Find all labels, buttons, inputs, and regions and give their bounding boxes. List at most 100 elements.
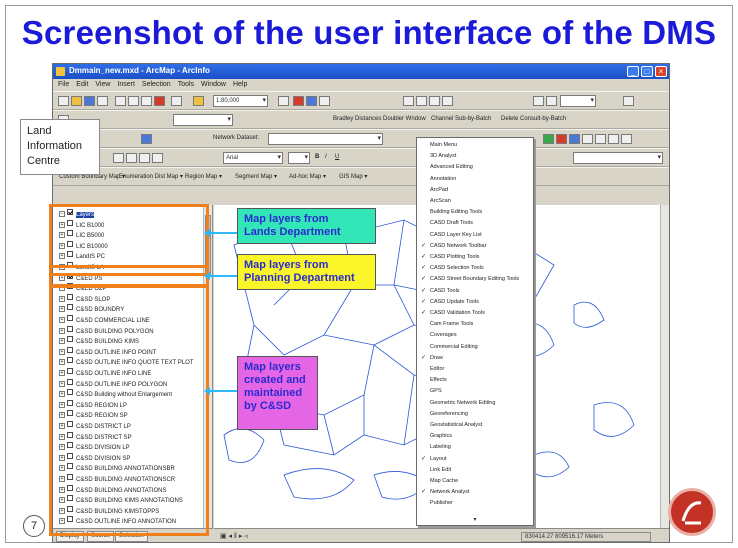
draw-rotate-icon[interactable] <box>126 153 137 163</box>
page-navigation[interactable]: ▣ ◂ ‖ ▸ ◃ <box>220 532 248 540</box>
toolbar-menu-6[interactable]: GIS Map ▾ <box>339 173 367 180</box>
map-vertical-scrollbar[interactable] <box>660 205 669 528</box>
command-line-icon[interactable] <box>306 96 317 106</box>
menu-file[interactable]: File <box>58 79 69 91</box>
open-folder-icon[interactable] <box>71 96 82 106</box>
globe-icon[interactable] <box>543 134 554 144</box>
toolbar-menu-item[interactable]: ✓ Layout <box>417 455 533 465</box>
toolbar-menu-item[interactable]: ✓ CASD Tools <box>417 287 533 297</box>
toolbar-menu-item[interactable]: ✓ Draw <box>417 354 533 364</box>
print-icon[interactable] <box>97 96 108 106</box>
toolbar-menu-item[interactable]: Advanced Editing <box>417 163 533 173</box>
toolbar-menu-item[interactable]: ✓ CASD Plotting Tools <box>417 253 533 263</box>
menu-more-arrow[interactable]: ▾ <box>417 516 533 523</box>
toolbar-menu-item[interactable]: Graphics <box>417 432 533 442</box>
font-combo[interactable]: Arial <box>223 152 283 164</box>
minimize-button[interactable]: _ <box>627 66 639 77</box>
zoom-in-icon[interactable] <box>569 134 580 144</box>
toolbar-menu-item[interactable]: Geostatistical Analyst <box>417 421 533 431</box>
toolbar-button-bradley[interactable]: Bradley Distances <box>333 116 381 122</box>
toolbar-menu-item[interactable]: Effects <box>417 376 533 386</box>
target-layer-combo[interactable] <box>173 114 233 126</box>
toolbar-menu-item[interactable]: CASD Layer Key List <box>417 231 533 241</box>
toolbar-menu-5[interactable]: Ad-hoc Map ▾ <box>289 173 326 180</box>
pan-icon[interactable] <box>582 134 593 144</box>
arctoolbox-icon[interactable] <box>293 96 304 106</box>
italic-button[interactable]: I <box>325 154 327 160</box>
toolbar-menu-item[interactable]: Georeferencing <box>417 410 533 420</box>
tool-b-icon[interactable] <box>416 96 427 106</box>
toolbar-menu-item[interactable]: ✓ CASD Selection Tools <box>417 264 533 274</box>
tool-e-icon[interactable] <box>533 96 544 106</box>
underline-button[interactable]: U <box>335 154 339 160</box>
toolbar-menu-item[interactable]: Labeling <box>417 443 533 453</box>
cut-icon[interactable] <box>115 96 126 106</box>
toolbar-button-channel[interactable]: Channel Sub-by-Batch <box>431 116 491 122</box>
toolbar-menu-item[interactable]: Coverages <box>417 331 533 341</box>
toolbar-menu-4[interactable]: Segment Map ▾ <box>235 173 277 180</box>
tool-g-icon[interactable] <box>623 96 634 106</box>
toolbar-menu-item[interactable]: Geometric Network Editing <box>417 399 533 409</box>
new-document-icon[interactable] <box>58 96 69 106</box>
toolbar-menu-item[interactable]: ✓ CASD Update Tools <box>417 298 533 308</box>
paste-icon[interactable] <box>141 96 152 106</box>
measure-icon[interactable] <box>621 134 632 144</box>
toolbar-menu-2[interactable]: Enumeration Dist Map ▾ <box>119 173 183 180</box>
tool-f-icon[interactable] <box>546 96 557 106</box>
toolbar-button-delete-consult[interactable]: Delete Consult-by-Batch <box>501 116 566 122</box>
toolbar-menu-item[interactable]: Main Menu <box>417 141 533 151</box>
bold-button[interactable]: B <box>315 154 319 160</box>
toolbar-menu-item[interactable]: Annotation <box>417 175 533 185</box>
find-icon[interactable] <box>608 134 619 144</box>
menu-edit[interactable]: Edit <box>76 79 88 91</box>
toolbar-menu-item[interactable]: Commercial Editing <box>417 343 533 353</box>
toolbar-menu-item[interactable]: ✓ CASD Validation Tools <box>417 309 533 319</box>
toolbar-menu-item[interactable]: ArcPad <box>417 186 533 196</box>
info-icon[interactable] <box>595 134 606 144</box>
toolbar-menu-item[interactable]: ✓ CASD Network Toolbar <box>417 242 533 252</box>
menu-tools[interactable]: Tools <box>178 79 194 91</box>
toolbar-menu-item[interactable]: ✓ CASD Street Boundary Editing Tools <box>417 275 533 285</box>
marker-icon[interactable] <box>556 134 567 144</box>
add-data-icon[interactable] <box>193 96 204 106</box>
toolbar-menu-3[interactable]: Region Map ▾ <box>185 173 222 180</box>
layout-zoom-combo[interactable] <box>560 95 596 107</box>
help-icon[interactable] <box>319 96 330 106</box>
draw-rectangle-icon[interactable] <box>152 153 163 163</box>
toolbar-menu-item[interactable]: Link Edit <box>417 466 533 476</box>
network-icon[interactable] <box>141 134 152 144</box>
menu-insert[interactable]: Insert <box>117 79 135 91</box>
delete-icon[interactable] <box>154 96 165 106</box>
draw-zoom-icon[interactable] <box>139 153 150 163</box>
toolbar-menu-item[interactable]: Cam Frame Tools <box>417 320 533 330</box>
toolbar-menu-item[interactable]: Publisher <box>417 499 533 509</box>
layer-combo[interactable] <box>573 152 663 164</box>
draw-pointer-icon[interactable] <box>113 153 124 163</box>
toolbar-menu-item[interactable]: 3D Analyst <box>417 152 533 162</box>
toolbar-menu-item[interactable]: ArcScan <box>417 197 533 207</box>
toolbar-menu-item[interactable]: CASD Draft Tools <box>417 219 533 229</box>
maximize-button[interactable]: □ <box>641 66 653 77</box>
toolbar-menu-item[interactable]: GPS <box>417 387 533 397</box>
toolbar-menu-item[interactable]: Map Cache <box>417 477 533 487</box>
menu-help[interactable]: Help <box>233 79 247 91</box>
land-information-centre-label: Land Information Centre <box>20 119 100 175</box>
close-button[interactable]: × <box>655 66 667 77</box>
menu-window[interactable]: Window <box>201 79 226 91</box>
menu-view[interactable]: View <box>95 79 110 91</box>
tool-a-icon[interactable] <box>403 96 414 106</box>
toolbar-menu-item[interactable]: Editor <box>417 365 533 375</box>
menu-selection[interactable]: Selection <box>142 79 171 91</box>
tool-c-icon[interactable] <box>429 96 440 106</box>
scale-combo[interactable]: 1:80,000 <box>213 95 268 107</box>
network-dataset-combo[interactable] <box>268 133 383 145</box>
editor-toolbar-icon[interactable] <box>278 96 289 106</box>
toolbar-button-doubler[interactable]: Doubler Wndow <box>383 116 426 122</box>
tool-d-icon[interactable] <box>442 96 453 106</box>
font-size-combo[interactable] <box>288 152 310 164</box>
save-icon[interactable] <box>84 96 95 106</box>
copy-icon[interactable] <box>128 96 139 106</box>
undo-icon[interactable] <box>171 96 182 106</box>
toolbar-menu-item[interactable]: ✓ Network Analyst <box>417 488 533 498</box>
toolbar-menu-item[interactable]: Building Editing Tools <box>417 208 533 218</box>
